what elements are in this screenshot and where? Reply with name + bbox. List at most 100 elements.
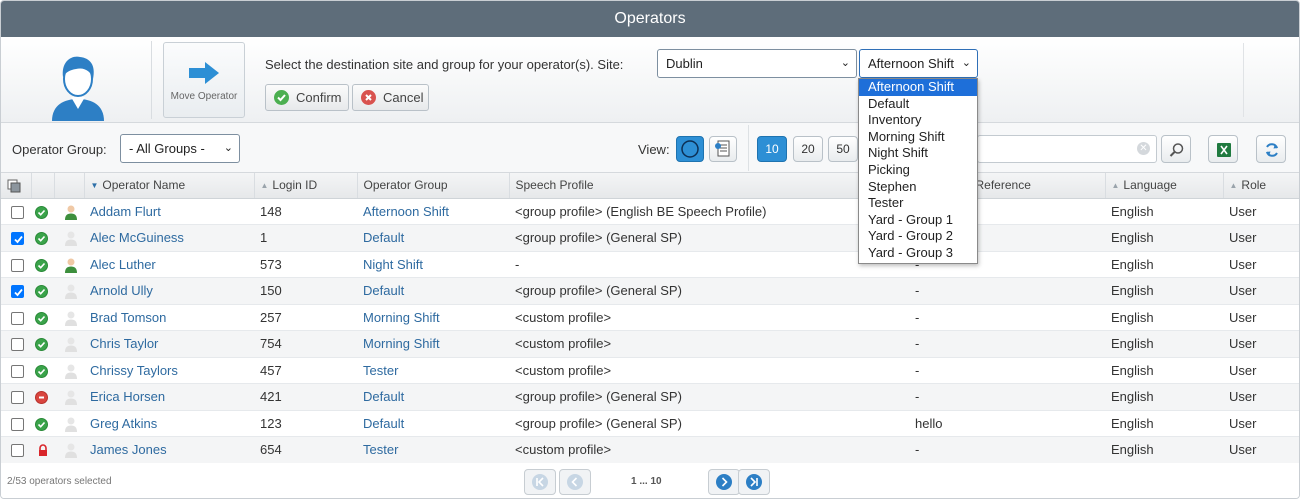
operator-name-link[interactable]: Brad Tomson <box>84 304 254 331</box>
view-circle-button[interactable] <box>676 136 704 162</box>
column-login-id[interactable]: ▲ Login ID <box>254 173 358 199</box>
operator-name-link[interactable]: Greg Atkins <box>84 410 254 437</box>
next-page-button[interactable] <box>708 469 740 495</box>
operator-name-link[interactable]: Alec Luther <box>84 251 254 278</box>
confirm-button[interactable]: Confirm <box>265 84 349 111</box>
row-checkbox[interactable] <box>11 338 24 352</box>
table-row[interactable]: Addam Flurt 148 Afternoon Shift <group prof… <box>1 198 1299 225</box>
group-option[interactable]: Yard - Group 1 <box>859 212 977 229</box>
row-select-cell[interactable] <box>1 410 31 437</box>
table-row[interactable]: Chrissy Taylors 457 Tester <custom profile>… <box>1 357 1299 384</box>
operator-group-link[interactable]: Morning Shift <box>357 304 509 331</box>
view-detail-button[interactable] <box>709 136 737 162</box>
column-operator-name[interactable]: ▼ Operator Name <box>84 173 255 199</box>
first-page-button[interactable] <box>524 469 556 495</box>
prev-page-icon <box>567 474 583 490</box>
cancel-button[interactable]: Cancel <box>352 84 429 111</box>
page-size-20[interactable]: 20 <box>793 136 823 162</box>
table-row[interactable]: Brad Tomson 257 Morning Shift <custom profi… <box>1 304 1299 331</box>
role-cell: User <box>1223 357 1299 384</box>
prev-page-button[interactable] <box>559 469 591 495</box>
status-active-icon <box>35 232 48 246</box>
row-checkbox[interactable] <box>11 391 24 405</box>
operator-group-link[interactable]: Afternoon Shift <box>357 198 509 225</box>
operator-group-link[interactable]: Default <box>357 410 509 437</box>
operator-group-link[interactable]: Default <box>357 224 509 252</box>
reference-cell: - <box>909 357 1105 384</box>
row-select-cell[interactable] <box>1 304 31 331</box>
clear-search-icon[interactable]: ✕ <box>1137 142 1150 155</box>
selection-count: 2/53 operators selected <box>7 476 112 487</box>
group-option[interactable]: Tester <box>859 195 977 212</box>
page-size-10[interactable]: 10 <box>757 136 787 162</box>
table-row[interactable]: Chris Taylor 754 Morning Shift <custom prof… <box>1 330 1299 358</box>
row-checkbox[interactable] <box>11 232 24 246</box>
refresh-button[interactable] <box>1256 135 1286 163</box>
row-select-cell[interactable] <box>1 251 31 278</box>
language-cell: English <box>1105 224 1223 252</box>
column-operator-group[interactable]: Operator Group <box>357 173 510 199</box>
operator-name-link[interactable]: Erica Horsen <box>84 383 254 411</box>
operator-name-link[interactable]: James Jones <box>84 436 254 464</box>
row-checkbox[interactable] <box>11 444 24 458</box>
group-option[interactable]: Stephen <box>859 179 977 196</box>
status-active-icon <box>35 205 48 219</box>
group-option[interactable]: Yard - Group 2 <box>859 228 977 245</box>
operator-name-link[interactable]: Alec McGuiness <box>84 224 254 252</box>
table-row[interactable]: Erica Horsen 421 Default <group profile> (G… <box>1 383 1299 411</box>
table-row[interactable]: Arnold Ully 150 Default <group profile> (Ge… <box>1 277 1299 305</box>
last-page-button[interactable] <box>738 469 770 495</box>
site-select[interactable]: Dublin ⌄ <box>657 49 857 78</box>
group-option[interactable]: Default <box>859 96 977 113</box>
group-option[interactable]: Night Shift <box>859 145 977 162</box>
row-select-cell[interactable] <box>1 277 31 305</box>
move-operator-button[interactable]: Move Operator <box>163 42 245 118</box>
operator-name-link[interactable]: Chrissy Taylors <box>84 357 254 384</box>
row-checkbox[interactable] <box>11 311 24 325</box>
search-button[interactable] <box>1161 135 1191 163</box>
row-select-cell[interactable] <box>1 357 31 384</box>
row-checkbox[interactable] <box>11 364 24 378</box>
group-option[interactable]: Inventory <box>859 112 977 129</box>
operator-name-link[interactable]: Arnold Ully <box>84 277 254 305</box>
column-language[interactable]: ▲ Language <box>1105 173 1224 199</box>
select-all-header[interactable] <box>1 173 32 199</box>
operator-group-link[interactable]: Tester <box>357 436 509 464</box>
export-excel-button[interactable] <box>1208 135 1238 163</box>
row-select-cell[interactable] <box>1 330 31 358</box>
group-select[interactable]: Afternoon Shift ⌄ <box>859 49 978 78</box>
operator-group-link[interactable]: Default <box>357 277 509 305</box>
search-input[interactable]: ✕ <box>977 135 1157 163</box>
table-row[interactable]: Greg Atkins 123 Default <group profile> (Ge… <box>1 410 1299 437</box>
operator-group-link[interactable]: Tester <box>357 357 509 384</box>
row-checkbox[interactable] <box>11 285 24 299</box>
operator-group-link[interactable]: Night Shift <box>357 251 509 278</box>
row-select-cell[interactable] <box>1 224 31 252</box>
group-option[interactable]: Morning Shift <box>859 129 977 146</box>
row-checkbox[interactable] <box>11 417 24 431</box>
operator-group-filter[interactable]: - All Groups - ⌄ <box>120 134 240 163</box>
operator-name-link[interactable]: Chris Taylor <box>84 330 254 358</box>
table-row[interactable]: James Jones 654 Tester <custom profile> - Eng… <box>1 436 1299 464</box>
next-page-icon <box>716 474 732 490</box>
page-size-50[interactable]: 50 <box>828 136 858 162</box>
row-select-cell[interactable] <box>1 383 31 411</box>
column-role[interactable]: ▲ Role <box>1223 173 1299 199</box>
view-label: View: <box>638 142 670 157</box>
group-option[interactable]: Picking <box>859 162 977 179</box>
operator-name-link[interactable]: Addam Flurt <box>84 198 254 225</box>
group-option[interactable]: Afternoon Shift <box>859 79 977 96</box>
row-select-cell[interactable] <box>1 436 31 464</box>
column-speech-profile[interactable]: Speech Profile <box>509 173 910 199</box>
operator-group-link[interactable]: Morning Shift <box>357 330 509 358</box>
group-dropdown-list[interactable]: Afternoon Shift Default Inventory Morning S… <box>858 78 978 264</box>
status-cell <box>31 251 54 278</box>
table-row[interactable]: Alec Luther 573 Night Shift - - English User <box>1 251 1299 278</box>
row-select-cell[interactable] <box>1 198 31 225</box>
group-option[interactable]: Yard - Group 3 <box>859 245 977 262</box>
table-row[interactable]: Alec McGuiness 1 Default <group profile> (G… <box>1 224 1299 252</box>
column-label: Role <box>1241 178 1267 193</box>
row-checkbox[interactable] <box>11 258 24 272</box>
row-checkbox[interactable] <box>11 205 24 219</box>
operator-group-link[interactable]: Default <box>357 383 509 411</box>
